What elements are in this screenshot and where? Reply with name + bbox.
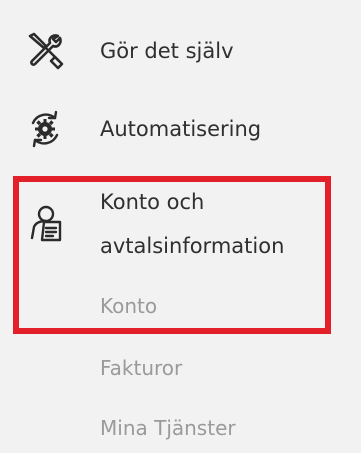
nav-item-gor-det-sjalv[interactable]: Gör det själv bbox=[0, 26, 361, 76]
nav-item-label-line: avtalsinformation bbox=[100, 234, 285, 258]
nav-item-label: Automatisering bbox=[100, 117, 262, 141]
nav-item-label: Gör det själv bbox=[100, 39, 234, 63]
subnav-item-mina-tjanster[interactable]: Mina Tjänster bbox=[100, 414, 236, 442]
nav-item-konto-och-avtalsinformation[interactable]: Konto och avtalsinformation bbox=[0, 180, 361, 276]
tools-icon bbox=[22, 28, 68, 74]
side-navigation: Gör det själv Automatisering Konto och a… bbox=[0, 0, 361, 453]
nav-item-automatisering[interactable]: Automatisering bbox=[0, 104, 361, 154]
subnav-item-konto[interactable]: Konto bbox=[100, 292, 157, 320]
automation-gear-icon bbox=[22, 106, 68, 152]
subnav-item-fakturor[interactable]: Fakturor bbox=[100, 354, 182, 382]
nav-item-label-line: Konto och bbox=[100, 190, 205, 214]
account-contract-icon bbox=[22, 200, 68, 246]
nav-item-label: Konto och avtalsinformation bbox=[100, 180, 340, 268]
